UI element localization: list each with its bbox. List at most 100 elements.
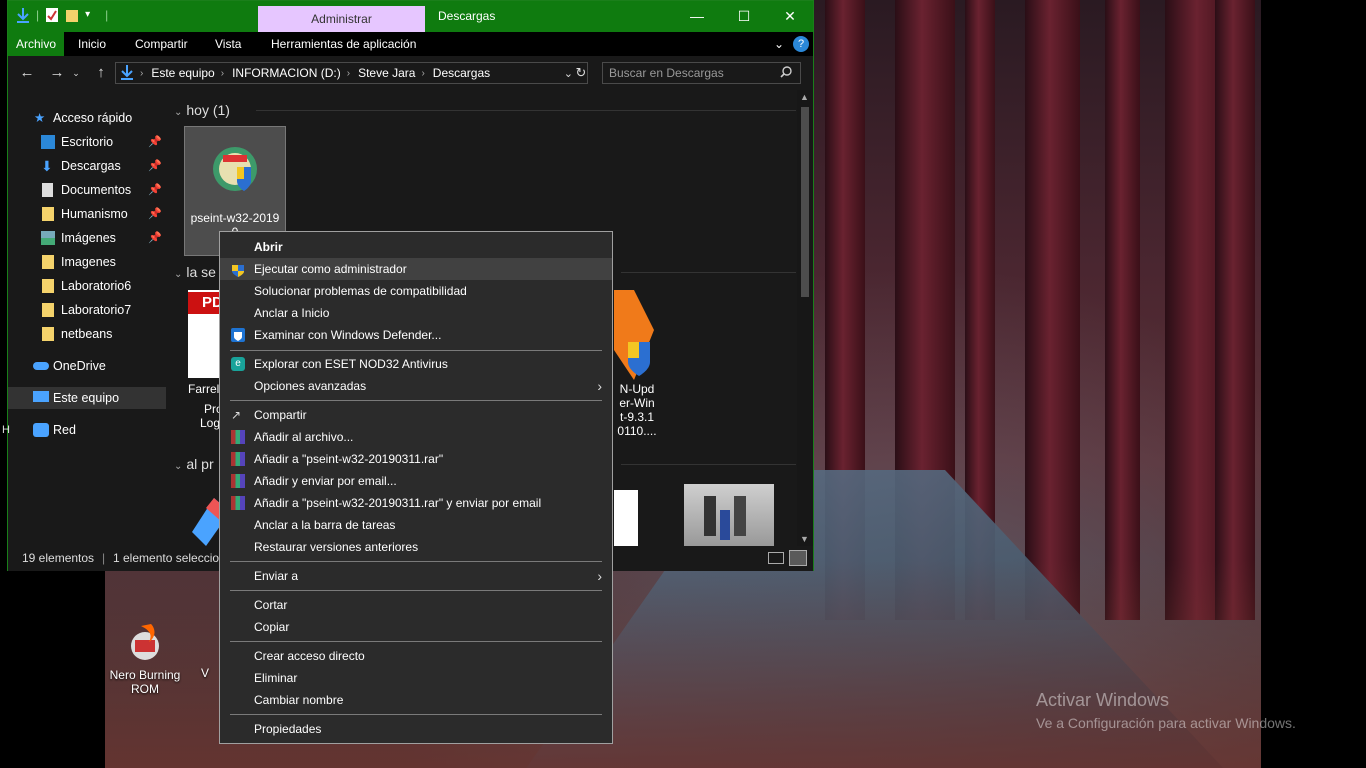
breadcrumb-separator[interactable]: ›	[421, 68, 424, 79]
menu-item-opciones-avanzadas[interactable]: Opciones avanzadas ›	[220, 375, 612, 397]
context-menu: Abrir Ejecutar como administrador Soluci…	[219, 231, 613, 744]
document-file-icon[interactable]	[614, 490, 638, 546]
menu-item-eset[interactable]: e Explorar con ESET NOD32 Antivirus	[220, 353, 612, 375]
photo-thumbnail[interactable]	[684, 484, 774, 546]
menu-item-eliminar[interactable]: Eliminar	[220, 667, 612, 689]
nav-label: Este equipo	[53, 391, 120, 405]
back-arrow-icon[interactable]: ←	[16, 62, 38, 84]
menu-item-anadir-archivo[interactable]: Añadir al archivo...	[220, 426, 612, 448]
menu-item-enviar-a[interactable]: Enviar a ›	[220, 565, 612, 587]
menu-item-copiar[interactable]: Copiar	[220, 616, 612, 638]
up-arrow-icon[interactable]: ↑	[90, 62, 112, 84]
pin-icon[interactable]: 📌	[148, 227, 162, 249]
winrar-icon	[231, 474, 245, 488]
breadcrumb-separator[interactable]: ›	[347, 68, 350, 79]
nav-item-imagenes-pinned[interactable]: Imágenes 📌	[8, 227, 166, 249]
group-header-today[interactable]: ⌄ hoy (1)	[174, 102, 230, 118]
breadcrumb-este-equipo[interactable]: Este equipo	[151, 66, 214, 80]
breadcrumb-user[interactable]: Steve Jara	[358, 66, 415, 80]
menu-item-ejecutar-admin[interactable]: Ejecutar como administrador	[220, 258, 612, 280]
menu-item-cortar[interactable]: Cortar	[220, 594, 612, 616]
group-label: al pr	[186, 456, 214, 472]
nav-item-humanismo[interactable]: Humanismo 📌	[8, 203, 166, 225]
nav-item-documentos[interactable]: Documentos 📌	[8, 179, 166, 201]
folder-icon	[42, 303, 54, 317]
refresh-icon[interactable]: ↻	[570, 62, 592, 84]
new-folder-icon[interactable]	[65, 7, 79, 23]
menu-item-propiedades[interactable]: Propiedades	[220, 718, 612, 740]
search-input[interactable]: Buscar en Descargas	[602, 62, 801, 84]
menu-item-anadir-email[interactable]: Añadir y enviar por email...	[220, 470, 612, 492]
menu-item-compatibilidad[interactable]: Solucionar problemas de compatibilidad	[220, 280, 612, 302]
menu-item-windows-defender[interactable]: Examinar con Windows Defender...	[220, 324, 612, 346]
nav-item-netbeans[interactable]: netbeans	[8, 323, 166, 345]
tab-herramientas-aplicacion[interactable]: Herramientas de aplicación	[271, 32, 416, 56]
network-icon	[33, 423, 49, 437]
menu-item-crear-acceso[interactable]: Crear acceso directo	[220, 645, 612, 667]
tab-archivo[interactable]: Archivo	[8, 32, 64, 56]
recent-locations-icon[interactable]: ⌄	[70, 62, 82, 84]
menu-item-compartir[interactable]: ↗ Compartir	[220, 404, 612, 426]
nav-this-pc[interactable]: Este equipo	[8, 387, 166, 409]
vertical-scrollbar[interactable]: ▲ ▼	[797, 90, 813, 546]
nav-item-laboratorio7[interactable]: Laboratorio7	[8, 299, 166, 321]
help-icon[interactable]: ?	[793, 36, 809, 52]
breadcrumb-separator[interactable]: ›	[221, 68, 224, 79]
breadcrumb-drive[interactable]: INFORMACION (D:)	[232, 66, 341, 80]
pin-icon[interactable]: 📌	[148, 179, 162, 201]
minimize-button[interactable]: —	[674, 1, 720, 32]
forward-arrow-icon[interactable]: →	[46, 62, 68, 84]
selection-info: 1 elemento seleccio	[113, 551, 220, 565]
pin-icon[interactable]: 📌	[148, 203, 162, 225]
nav-item-descargas[interactable]: ⬇ Descargas 📌	[8, 155, 166, 177]
windows-defender-icon	[231, 328, 245, 342]
document-icon	[42, 183, 53, 197]
scroll-thumb[interactable]	[801, 107, 809, 297]
nav-label: Imagenes	[61, 255, 116, 269]
nav-quick-access[interactable]: ★ Acceso rápido	[8, 107, 166, 129]
address-bar[interactable]: › Este equipo › INFORMACION (D:) › Steve…	[115, 62, 588, 84]
menu-item-anadir-rar-email[interactable]: Añadir a "pseint-w32-20190311.rar" y env…	[220, 492, 612, 514]
details-view-icon[interactable]	[768, 552, 784, 564]
download-arrow-icon[interactable]	[16, 7, 30, 23]
nav-item-imagenes[interactable]: Imagenes	[8, 251, 166, 273]
scroll-down-icon[interactable]: ▼	[800, 534, 809, 544]
nav-label: Escritorio	[61, 135, 114, 149]
download-icon: ⬇	[41, 158, 53, 174]
tab-inicio[interactable]: Inicio	[78, 32, 106, 56]
customize-qat-icon[interactable]: ▾	[85, 7, 99, 23]
winrar-icon	[231, 452, 245, 466]
pin-icon[interactable]: 📌	[148, 131, 162, 153]
file-updater[interactable]: N-Upd er-Win t-9.3.1 0110....	[614, 290, 660, 438]
navigation-pane: ★ Acceso rápido Escritorio 📌 ⬇ Descargas…	[8, 90, 166, 546]
file-label-line: 0110....	[617, 424, 657, 438]
menu-item-abrir[interactable]: Abrir	[220, 236, 612, 258]
large-icons-view-icon[interactable]	[789, 550, 807, 566]
desktop-icon-nero[interactable]: Nero Burning ROM	[105, 620, 185, 696]
breadcrumb-separator[interactable]: ›	[140, 68, 143, 79]
menu-item-restaurar-versiones[interactable]: Restaurar versiones anteriores	[220, 536, 612, 558]
properties-icon[interactable]	[45, 7, 59, 23]
group-header-earlier[interactable]: ⌄ al pr	[174, 456, 214, 472]
breadcrumb-descargas[interactable]: Descargas	[433, 66, 490, 80]
group-header-week[interactable]: ⌄ la se	[174, 264, 216, 280]
menu-item-anadir-rar[interactable]: Añadir a "pseint-w32-20190311.rar"	[220, 448, 612, 470]
scroll-up-icon[interactable]: ▲	[800, 92, 809, 102]
menu-item-anclar-inicio[interactable]: Anclar a Inicio	[220, 302, 612, 324]
pin-icon[interactable]: 📌	[148, 155, 162, 177]
submenu-arrow-icon: ›	[597, 378, 602, 394]
file-label-line: t-9.3.1	[619, 410, 655, 424]
nav-onedrive[interactable]: OneDrive	[8, 355, 166, 377]
tab-compartir[interactable]: Compartir	[135, 32, 188, 56]
maximize-button[interactable]: ☐	[721, 1, 767, 32]
expand-ribbon-icon[interactable]: ⌄	[774, 32, 784, 56]
nav-network[interactable]: Red	[8, 419, 166, 441]
menu-item-cambiar-nombre[interactable]: Cambiar nombre	[220, 689, 612, 711]
nav-item-escritorio[interactable]: Escritorio 📌	[8, 131, 166, 153]
nav-item-laboratorio6[interactable]: Laboratorio6	[8, 275, 166, 297]
activation-watermark: Activar Windows Ve a Configuración para …	[1036, 690, 1296, 731]
menu-item-anclar-barra[interactable]: Anclar a la barra de tareas	[220, 514, 612, 536]
tab-vista[interactable]: Vista	[215, 32, 241, 56]
close-button[interactable]: ✕	[767, 1, 813, 32]
manage-context-tab[interactable]: Administrar	[258, 6, 425, 32]
